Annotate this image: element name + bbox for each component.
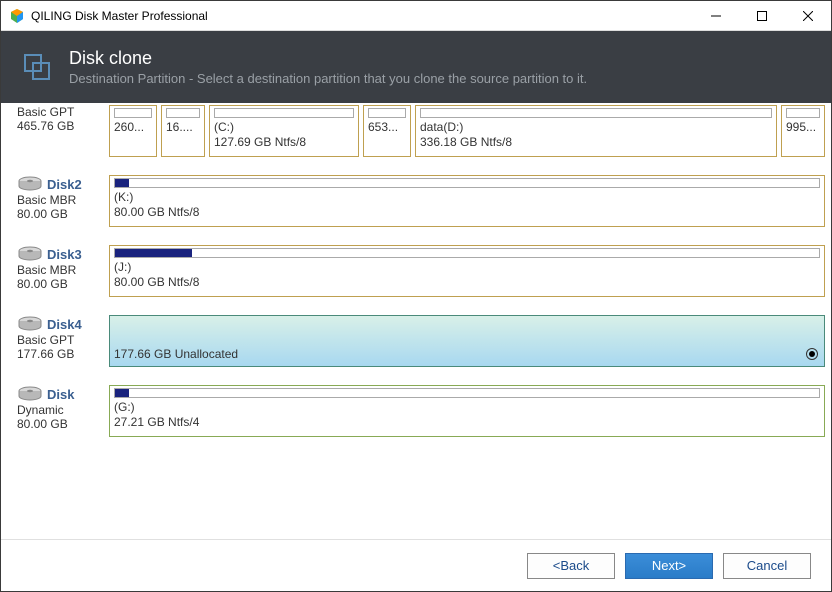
disk-size: 177.66 GB xyxy=(17,347,107,361)
partition-label: data(D:) xyxy=(420,120,772,135)
usage-bar xyxy=(214,108,354,118)
usage-bar xyxy=(786,108,820,118)
partition[interactable]: data(D:)336.18 GB Ntfs/8 xyxy=(415,105,777,157)
partition-label: (G:) xyxy=(114,400,820,415)
maximize-button[interactable] xyxy=(739,1,785,31)
disk-type: Basic GPT xyxy=(17,333,107,347)
partition-size: 995... xyxy=(786,120,820,135)
partition-size: 80.00 GB Ntfs/8 xyxy=(114,275,820,290)
partition-size: 653... xyxy=(368,120,406,135)
header-text: Disk clone Destination Partition - Selec… xyxy=(69,48,587,86)
partition-label: (K:) xyxy=(114,190,820,205)
wizard-header: Disk clone Destination Partition - Selec… xyxy=(1,31,831,103)
partition-label: (J:) xyxy=(114,260,820,275)
partition-size: 177.66 GB Unallocated xyxy=(114,347,820,362)
disk-info: DiskDynamic80.00 GB xyxy=(15,385,109,437)
partition-size: 127.69 GB Ntfs/8 xyxy=(214,135,354,150)
partition-group: (K:)80.00 GB Ntfs/8 xyxy=(109,175,825,227)
disk-row: DiskDynamic80.00 GB(G:)27.21 GB Ntfs/4 xyxy=(15,385,825,437)
usage-bar xyxy=(114,108,152,118)
disk-list[interactable]: Basic GPT465.76 GB260...16....(C:)127.69… xyxy=(1,103,831,539)
window-controls xyxy=(693,1,831,31)
partition[interactable]: (J:)80.00 GB Ntfs/8 xyxy=(109,245,825,297)
disk-type: Basic GPT xyxy=(17,105,107,119)
disk-type: Basic MBR xyxy=(17,193,107,207)
header-title: Disk clone xyxy=(69,48,587,69)
disk-row: Disk3Basic MBR80.00 GB(J:)80.00 GB Ntfs/… xyxy=(15,245,825,297)
disk-size: 80.00 GB xyxy=(17,207,107,221)
disk-info: Disk2Basic MBR80.00 GB xyxy=(15,175,109,227)
partition-size: 80.00 GB Ntfs/8 xyxy=(114,205,820,220)
disk-row: Basic GPT465.76 GB 260... 16.... (C:)127.69… xyxy=(15,105,825,157)
partition[interactable]: 653... xyxy=(363,105,411,157)
usage-bar xyxy=(420,108,772,118)
partition-size: 16.... xyxy=(166,120,200,135)
disk-info: Disk3Basic MBR80.00 GB xyxy=(15,245,109,297)
disk-info: Disk4Basic GPT177.66 GB xyxy=(15,315,109,367)
header-subtitle: Destination Partition - Select a destina… xyxy=(69,71,587,86)
partition[interactable]: 260... xyxy=(109,105,157,157)
clone-icon xyxy=(21,51,53,83)
disk-name: Disk xyxy=(47,387,74,402)
partition-size: 260... xyxy=(114,120,152,135)
partition-size: 336.18 GB Ntfs/8 xyxy=(420,135,772,150)
partition-size: 27.21 GB Ntfs/4 xyxy=(114,415,820,430)
partition-group: 177.66 GB Unallocated xyxy=(109,315,825,367)
partition-label: (C:) xyxy=(214,120,354,135)
disk-row: Disk2Basic MBR80.00 GB(K:)80.00 GB Ntfs/… xyxy=(15,175,825,227)
usage-bar xyxy=(368,108,406,118)
partition[interactable]: 16.... xyxy=(161,105,205,157)
usage-bar xyxy=(114,388,820,398)
disk-name: Disk4 xyxy=(47,317,82,332)
usage-bar xyxy=(166,108,200,118)
disk-info: Basic GPT465.76 GB xyxy=(15,105,109,157)
minimize-button[interactable] xyxy=(693,1,739,31)
titlebar: QILING Disk Master Professional xyxy=(1,1,831,31)
partition[interactable]: 995... xyxy=(781,105,825,157)
partition[interactable]: (K:)80.00 GB Ntfs/8 xyxy=(109,175,825,227)
wizard-footer: <Back Next> Cancel xyxy=(1,539,831,591)
partition[interactable]: 177.66 GB Unallocated xyxy=(109,315,825,367)
partition-group: 260... 16.... (C:)127.69 GB Ntfs/8 653... da… xyxy=(109,105,825,157)
back-button[interactable]: <Back xyxy=(527,553,615,579)
disk-name: Disk3 xyxy=(47,247,82,262)
usage-bar xyxy=(114,248,820,258)
disk-size: 465.76 GB xyxy=(17,119,107,133)
partition[interactable]: (C:)127.69 GB Ntfs/8 xyxy=(209,105,359,157)
partition-group: (J:)80.00 GB Ntfs/8 xyxy=(109,245,825,297)
next-button[interactable]: Next> xyxy=(625,553,713,579)
window-title: QILING Disk Master Professional xyxy=(31,9,693,23)
disk-type: Dynamic xyxy=(17,403,107,417)
cancel-button[interactable]: Cancel xyxy=(723,553,811,579)
disk-size: 80.00 GB xyxy=(17,277,107,291)
usage-bar xyxy=(114,178,820,188)
disk-type: Basic MBR xyxy=(17,263,107,277)
selected-radio-icon xyxy=(806,348,818,360)
disk-row: Disk4Basic GPT177.66 GB 177.66 GB Unalloc… xyxy=(15,315,825,367)
partition[interactable]: (G:)27.21 GB Ntfs/4 xyxy=(109,385,825,437)
disk-size: 80.00 GB xyxy=(17,417,107,431)
close-button[interactable] xyxy=(785,1,831,31)
app-icon xyxy=(9,8,25,24)
disk-name: Disk2 xyxy=(47,177,82,192)
partition-group: (G:)27.21 GB Ntfs/4 xyxy=(109,385,825,437)
